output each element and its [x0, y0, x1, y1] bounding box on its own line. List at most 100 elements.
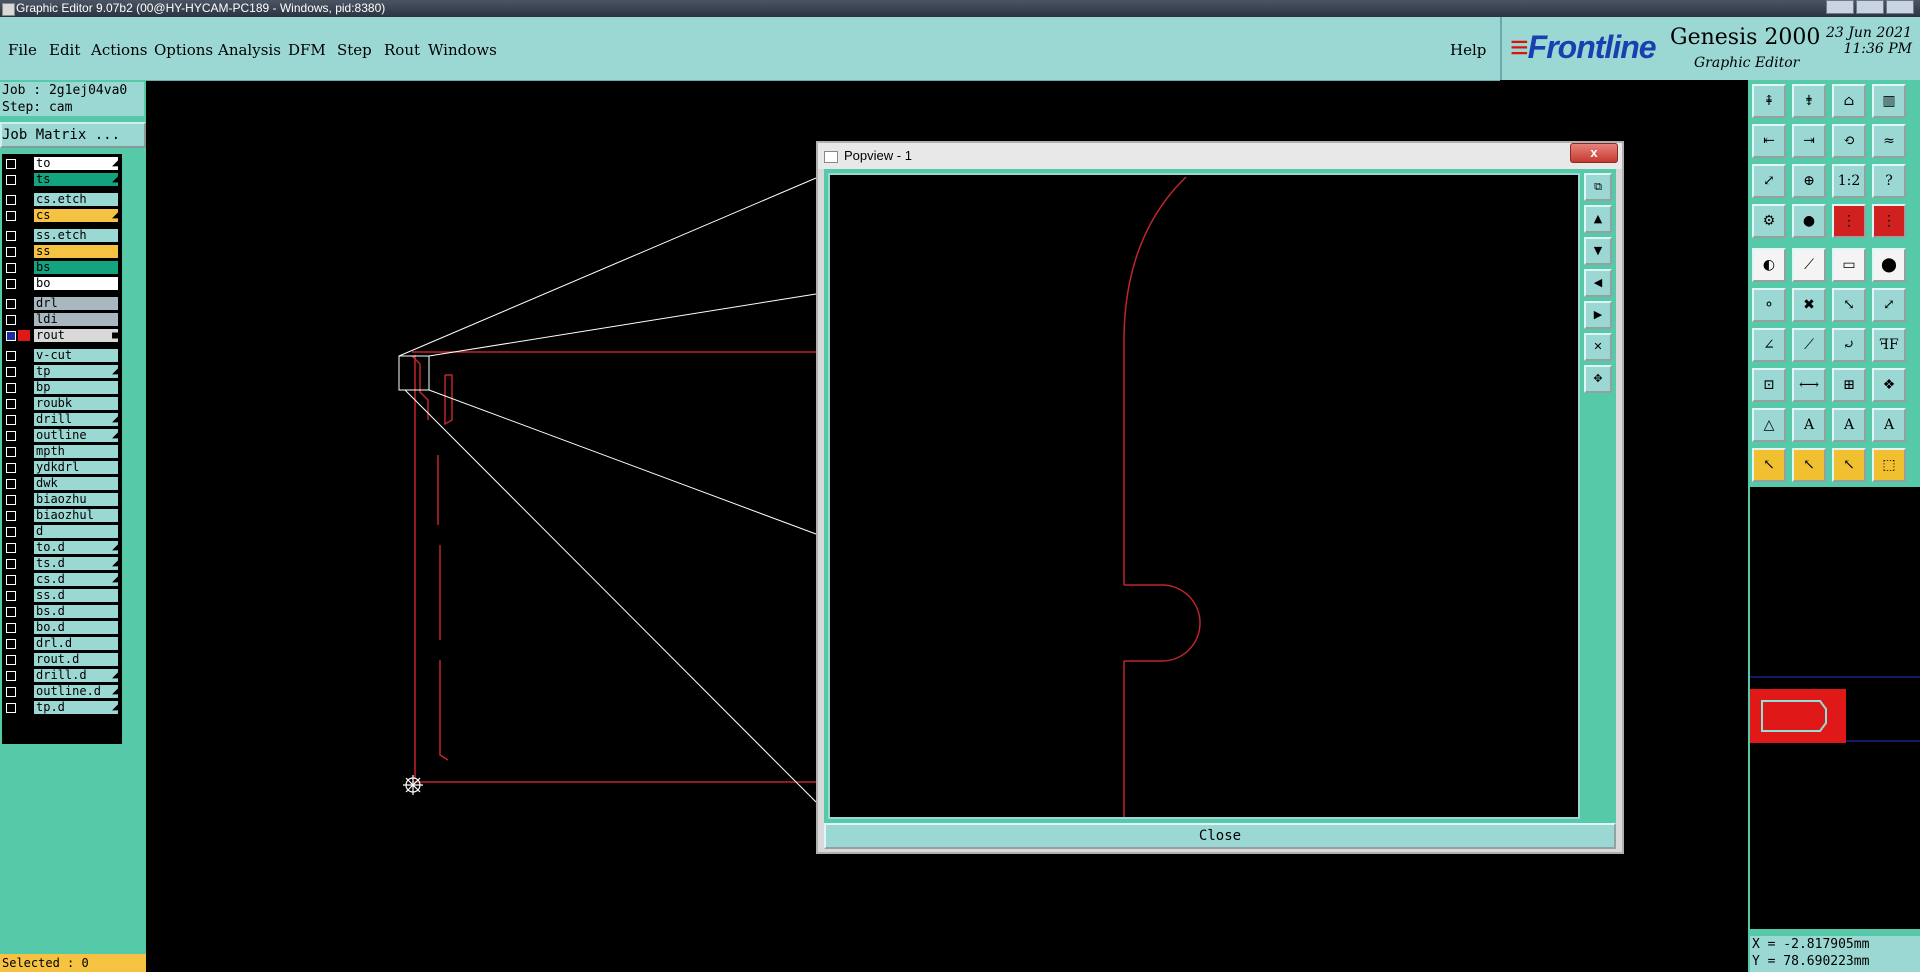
select-net-icon[interactable]: ⬚	[1872, 448, 1906, 482]
layer-checkbox[interactable]	[6, 703, 16, 713]
layer-row-ldi[interactable]: ldi	[2, 312, 120, 327]
layer-checkbox[interactable]	[6, 263, 16, 273]
split-icon[interactable]: ⟷	[1792, 368, 1826, 402]
pad-icon[interactable]: ●	[1792, 204, 1826, 238]
help-query-icon[interactable]: ?	[1872, 164, 1906, 198]
snap-icon[interactable]: ⇥	[1792, 124, 1826, 158]
layer-row-tp-d[interactable]: tp.d ◢	[2, 700, 120, 715]
layer-checkbox[interactable]	[6, 315, 16, 325]
node-icon[interactable]: ⚬	[1752, 288, 1786, 322]
net-icon[interactable]: ⋮	[1832, 204, 1866, 238]
popview-canvas[interactable]	[828, 173, 1580, 819]
cross-icon[interactable]: ✖	[1792, 288, 1826, 322]
bracket-icon[interactable]: ⊞	[1832, 368, 1866, 402]
layer-row-v-cut[interactable]: v-cut	[2, 348, 120, 363]
grid-icon[interactable]: ⚙	[1752, 204, 1786, 238]
layer-checkbox[interactable]	[6, 687, 16, 697]
layer-row-drill-d[interactable]: drill.d ◢	[2, 668, 120, 683]
layer-row-cs-etch[interactable]: cs.etch	[2, 192, 120, 207]
popview-zoom-icon[interactable]: ⧉	[1584, 173, 1612, 201]
layer-checkbox[interactable]	[6, 195, 16, 205]
layer-checkbox[interactable]	[6, 639, 16, 649]
arrow-a3-icon[interactable]: A	[1872, 408, 1906, 442]
layer-checkbox[interactable]	[6, 431, 16, 441]
layer-checkbox[interactable]	[6, 415, 16, 425]
popview-fit-icon[interactable]: ✕	[1584, 333, 1612, 361]
move-node-icon[interactable]: ⤡	[1832, 288, 1866, 322]
layer-checkbox[interactable]	[6, 495, 16, 505]
layer-checkbox[interactable]	[6, 331, 16, 341]
layer-checkbox[interactable]	[6, 559, 16, 569]
menu-help[interactable]: Help	[1450, 41, 1486, 59]
arrow-a-icon[interactable]: A	[1792, 408, 1826, 442]
layer-row-outline[interactable]: outline ◢	[2, 428, 120, 443]
zoom-area-icon[interactable]: ⊕	[1792, 164, 1826, 198]
layer-row-tp[interactable]: tp ◢	[2, 364, 120, 379]
layer-row-bo-d[interactable]: bo.d	[2, 620, 120, 635]
menu-step[interactable]: Step	[337, 41, 372, 59]
layer-row-biaozhul[interactable]: biaozhul	[2, 508, 120, 523]
layer-row-cs-d[interactable]: cs.d ◢	[2, 572, 120, 587]
layer-checkbox[interactable]	[6, 591, 16, 601]
layer-row-rout[interactable]: rout ■	[2, 328, 120, 343]
slash-icon[interactable]: ⟋	[1792, 328, 1826, 362]
popview-up-icon[interactable]: ▲	[1584, 205, 1612, 233]
segment-icon[interactable]: ⤢	[1872, 288, 1906, 322]
layer-row-dwk[interactable]: dwk	[2, 476, 120, 491]
triangle-red-icon[interactable]: △	[1752, 408, 1786, 442]
layer-row-ss[interactable]: ss	[2, 244, 120, 259]
select-touch-icon[interactable]: ↖	[1832, 448, 1866, 482]
layer-checkbox[interactable]	[6, 511, 16, 521]
layer-checkbox[interactable]	[6, 279, 16, 289]
popview-close-x[interactable]: x	[1570, 143, 1618, 163]
popview-right-icon[interactable]: ▶	[1584, 301, 1612, 329]
popview-left-icon[interactable]: ◀	[1584, 269, 1612, 297]
ff-text-icon[interactable]: ꟻF	[1872, 328, 1906, 362]
scale-1-2-icon[interactable]: 1:2	[1832, 164, 1866, 198]
layer-checkbox[interactable]	[6, 527, 16, 537]
net-edit-icon[interactable]: ⋮	[1872, 204, 1906, 238]
layer-checkbox[interactable]	[6, 575, 16, 585]
shapes-icon[interactable]: ❖	[1872, 368, 1906, 402]
layer-checkbox[interactable]	[6, 463, 16, 473]
circle-pad-icon[interactable]: ⬤	[1872, 248, 1906, 282]
layer-checkbox[interactable]	[6, 623, 16, 633]
layer-row-d[interactable]: d	[2, 524, 120, 539]
layer-checkbox[interactable]	[6, 479, 16, 489]
layer-row-ts[interactable]: ts ◢	[2, 172, 120, 187]
layer-checkbox[interactable]	[6, 383, 16, 393]
redraw-icon[interactable]: ▥	[1872, 84, 1906, 118]
layer-row-outline-d[interactable]: outline.d ◢	[2, 684, 120, 699]
pan-icon[interactable]: ⇤	[1752, 124, 1786, 158]
select-arrow-icon[interactable]: ↖	[1752, 448, 1786, 482]
layer-row-roubk[interactable]: roubk	[2, 396, 120, 411]
minimize-button[interactable]	[1826, 0, 1854, 14]
line-icon[interactable]: ⟋	[1792, 248, 1826, 282]
layer-row-ydkdrl[interactable]: ydkdrl	[2, 460, 120, 475]
popview-center-icon[interactable]: ✥	[1584, 365, 1612, 393]
layer-row-drill[interactable]: drill ◢	[2, 412, 120, 427]
zoom-out-icon[interactable]: ⌂	[1832, 84, 1866, 118]
layer-checkbox[interactable]	[6, 175, 16, 185]
layer-row-ts-d[interactable]: ts.d ◢	[2, 556, 120, 571]
measure-ruler-icon[interactable]: ▭	[1832, 248, 1866, 282]
layer-row-drl-d[interactable]: drl.d	[2, 636, 120, 651]
minimap[interactable]	[1750, 487, 1920, 929]
layer-row-to-d[interactable]: to.d ◢	[2, 540, 120, 555]
layer-row-bp[interactable]: bp	[2, 380, 120, 395]
layer-row-cs[interactable]: cs ◢	[2, 208, 120, 223]
menu-options[interactable]: Options	[154, 41, 213, 59]
layer-checkbox[interactable]	[6, 399, 16, 409]
layer-row-mpth[interactable]: mpth	[2, 444, 120, 459]
layer-row-rout-d[interactable]: rout.d	[2, 652, 120, 667]
layer-checkbox[interactable]	[6, 447, 16, 457]
layer-checkbox[interactable]	[6, 655, 16, 665]
maximize-button[interactable]	[1856, 0, 1884, 14]
fit-icon[interactable]: ⤢	[1752, 164, 1786, 198]
layer-row-bs-d[interactable]: bs.d	[2, 604, 120, 619]
arc-icon[interactable]: ⤾	[1832, 328, 1866, 362]
menu-edit[interactable]: Edit	[49, 41, 80, 59]
layer-checkbox[interactable]	[6, 351, 16, 361]
layer-checkbox[interactable]	[6, 211, 16, 221]
layer-row-ss-d[interactable]: ss.d	[2, 588, 120, 603]
